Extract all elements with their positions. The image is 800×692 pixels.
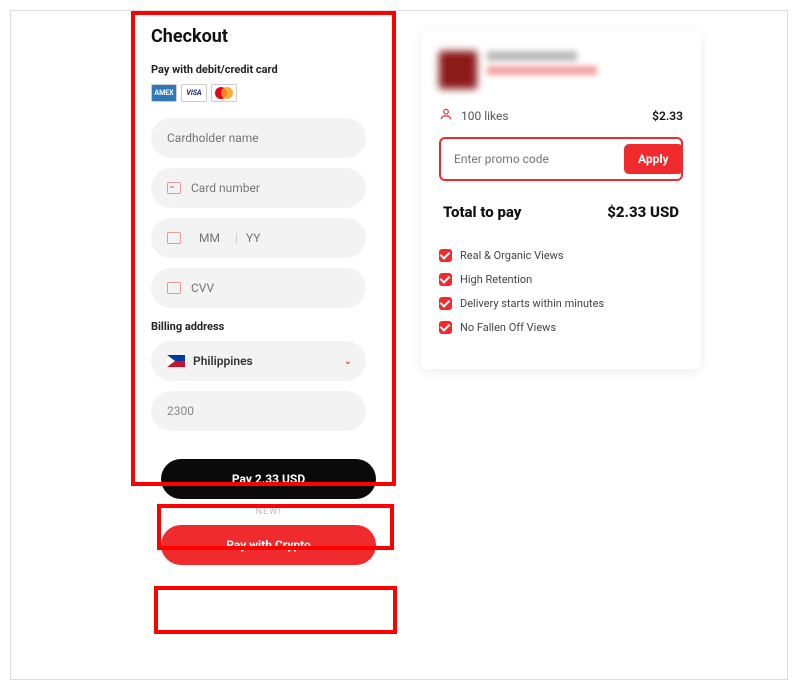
checkout-title: Checkout (151, 26, 391, 47)
postal-field[interactable] (151, 391, 366, 431)
country-value: Philippines (193, 354, 253, 368)
calendar-icon (167, 232, 181, 244)
total-label: Total to pay (443, 203, 521, 221)
card-number-field[interactable] (151, 168, 366, 208)
order-summary: 100 likes $2.33 Apply Total to pay $2.33… (421, 31, 701, 369)
profile-sub-redacted (487, 66, 597, 75)
promo-input[interactable] (446, 144, 618, 174)
chevron-down-icon: ⌄ (344, 356, 352, 367)
list-item: High Retention (439, 273, 683, 286)
cardholder-name-field[interactable] (151, 118, 366, 158)
country-select[interactable]: Philippines ⌄ (151, 341, 366, 381)
cvv-input[interactable] (191, 281, 350, 295)
list-item: Delivery starts within minutes (439, 297, 683, 310)
list-item: Real & Organic Views (439, 249, 683, 262)
cardholder-input[interactable] (167, 131, 350, 145)
billing-label: Billing address (151, 320, 391, 333)
postal-input[interactable] (167, 404, 350, 418)
likes-price: $2.33 (652, 109, 683, 123)
list-item: No Fallen Off Views (439, 321, 683, 334)
check-icon (439, 249, 452, 262)
apply-button[interactable]: Apply (624, 144, 683, 174)
check-icon (439, 321, 452, 334)
highlight-crypto-button (154, 586, 397, 634)
expiry-mm-input[interactable] (199, 231, 227, 245)
expiry-field[interactable]: | (151, 218, 366, 258)
expiry-yy-input[interactable] (246, 231, 274, 245)
total-value: $2.33 USD (607, 203, 679, 221)
lock-icon (167, 282, 181, 294)
pay-crypto-button[interactable]: Pay with Crypto (161, 525, 376, 565)
card-number-input[interactable] (191, 181, 350, 195)
card-logos: AMEX VISA (151, 84, 391, 102)
profile-title-redacted (487, 51, 577, 61)
flag-icon (167, 355, 185, 367)
amex-icon: AMEX (151, 84, 177, 102)
avatar (439, 51, 477, 89)
cvv-field[interactable] (151, 268, 366, 308)
likes-count: 100 likes (461, 109, 509, 123)
person-icon (439, 107, 453, 125)
promo-row: Apply (439, 137, 683, 181)
mastercard-icon (211, 84, 237, 102)
expiry-divider: | (235, 231, 238, 245)
check-icon (439, 297, 452, 310)
new-badge: NEW! (161, 507, 376, 517)
card-icon (167, 182, 181, 194)
check-icon (439, 273, 452, 286)
pay-button[interactable]: Pay 2.33 USD (161, 459, 376, 499)
features-list: Real & Organic Views High Retention Deli… (439, 249, 683, 334)
visa-icon: VISA (181, 84, 207, 102)
pay-card-label: Pay with debit/credit card (151, 63, 391, 76)
